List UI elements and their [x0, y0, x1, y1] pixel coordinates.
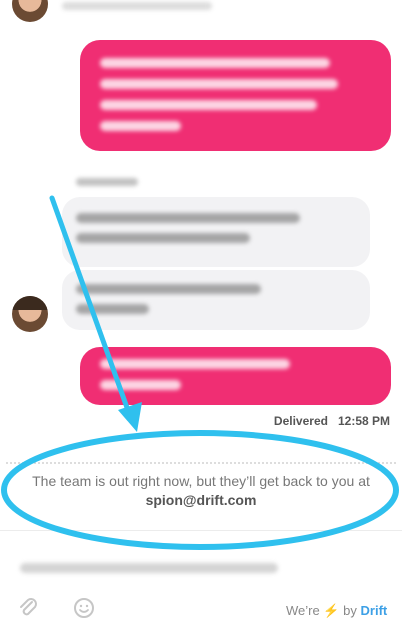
- paperclip-icon[interactable]: [16, 596, 40, 620]
- offline-notice: The team is out right now, but they’ll g…: [8, 472, 394, 510]
- delivered-status: Delivered 12:58 PM: [250, 414, 390, 428]
- delivered-label: Delivered: [273, 414, 328, 428]
- agent-avatar-top: [12, 0, 48, 22]
- smiley-icon[interactable]: [73, 597, 95, 619]
- powered-by-drift[interactable]: We’re ⚡ by Drift: [286, 603, 387, 619]
- delivered-time: 12:58 PM: [337, 414, 390, 428]
- drift-brand: Drift: [360, 603, 388, 618]
- agent-name-label: [76, 178, 138, 186]
- powered-prefix: We’re: [286, 603, 320, 618]
- powered-by-word: by: [343, 603, 357, 618]
- agent-message-bubble-2: [62, 270, 370, 330]
- lightning-icon: ⚡: [323, 603, 340, 618]
- offline-notice-text: The team is out right now, but they’ll g…: [32, 473, 370, 489]
- notice-divider: [6, 462, 396, 464]
- composer-divider: [0, 530, 402, 531]
- user-message-bubble: [80, 40, 391, 151]
- agent-message-bubble: [62, 197, 370, 267]
- user-message-bubble-2: [80, 347, 391, 405]
- agent-avatar: [12, 296, 48, 332]
- agent-name-top: [62, 2, 212, 10]
- offline-notice-email[interactable]: spion@drift.com: [8, 491, 394, 510]
- message-input[interactable]: [14, 552, 394, 582]
